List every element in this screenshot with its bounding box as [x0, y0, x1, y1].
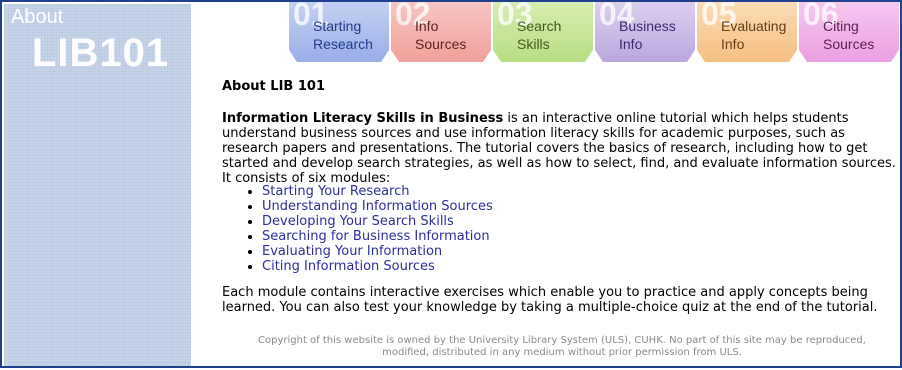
intro-bold-title: Information Literacy Skills in Business [222, 111, 504, 126]
copyright-line-2: modified, distributed in any medium with… [382, 347, 742, 358]
module-link-evaluating-information[interactable]: Evaluating Your Information [262, 244, 442, 259]
module-link-search-skills[interactable]: Developing Your Search Skills [262, 214, 454, 229]
module-link-citing-sources[interactable]: Citing Information Sources [262, 259, 435, 274]
list-item: Citing Information Sources [262, 259, 493, 274]
module-link-business-information[interactable]: Searching for Business Information [262, 229, 490, 244]
copyright-line-1: Copyright of this website is owned by th… [258, 335, 866, 346]
list-item: Developing Your Search Skills [262, 214, 493, 229]
sidebar: About LIB101 [4, 4, 191, 366]
module-list: Starting Your Research Understanding Inf… [246, 184, 493, 274]
list-item: Understanding Information Sources [262, 199, 493, 214]
intro-paragraph: Information Literacy Skills in Business … [222, 111, 900, 186]
page-title: About LIB 101 [222, 79, 325, 94]
module-link-information-sources[interactable]: Understanding Information Sources [262, 199, 493, 214]
copyright-footer: Copyright of this website is owned by th… [222, 335, 902, 359]
list-item: Searching for Business Information [262, 229, 493, 244]
module-link-starting-research[interactable]: Starting Your Research [262, 184, 410, 199]
list-item: Evaluating Your Information [262, 244, 493, 259]
list-item: Starting Your Research [262, 184, 493, 199]
sidebar-course-title: LIB101 [32, 31, 170, 75]
page-frame: About LIB101 01 Starting Research 02 Inf… [0, 0, 902, 368]
sidebar-about-text: About [11, 6, 64, 28]
closing-paragraph: Each module contains interactive exercis… [222, 285, 878, 315]
main-content: About LIB 101 Information Literacy Skill… [222, 2, 902, 370]
